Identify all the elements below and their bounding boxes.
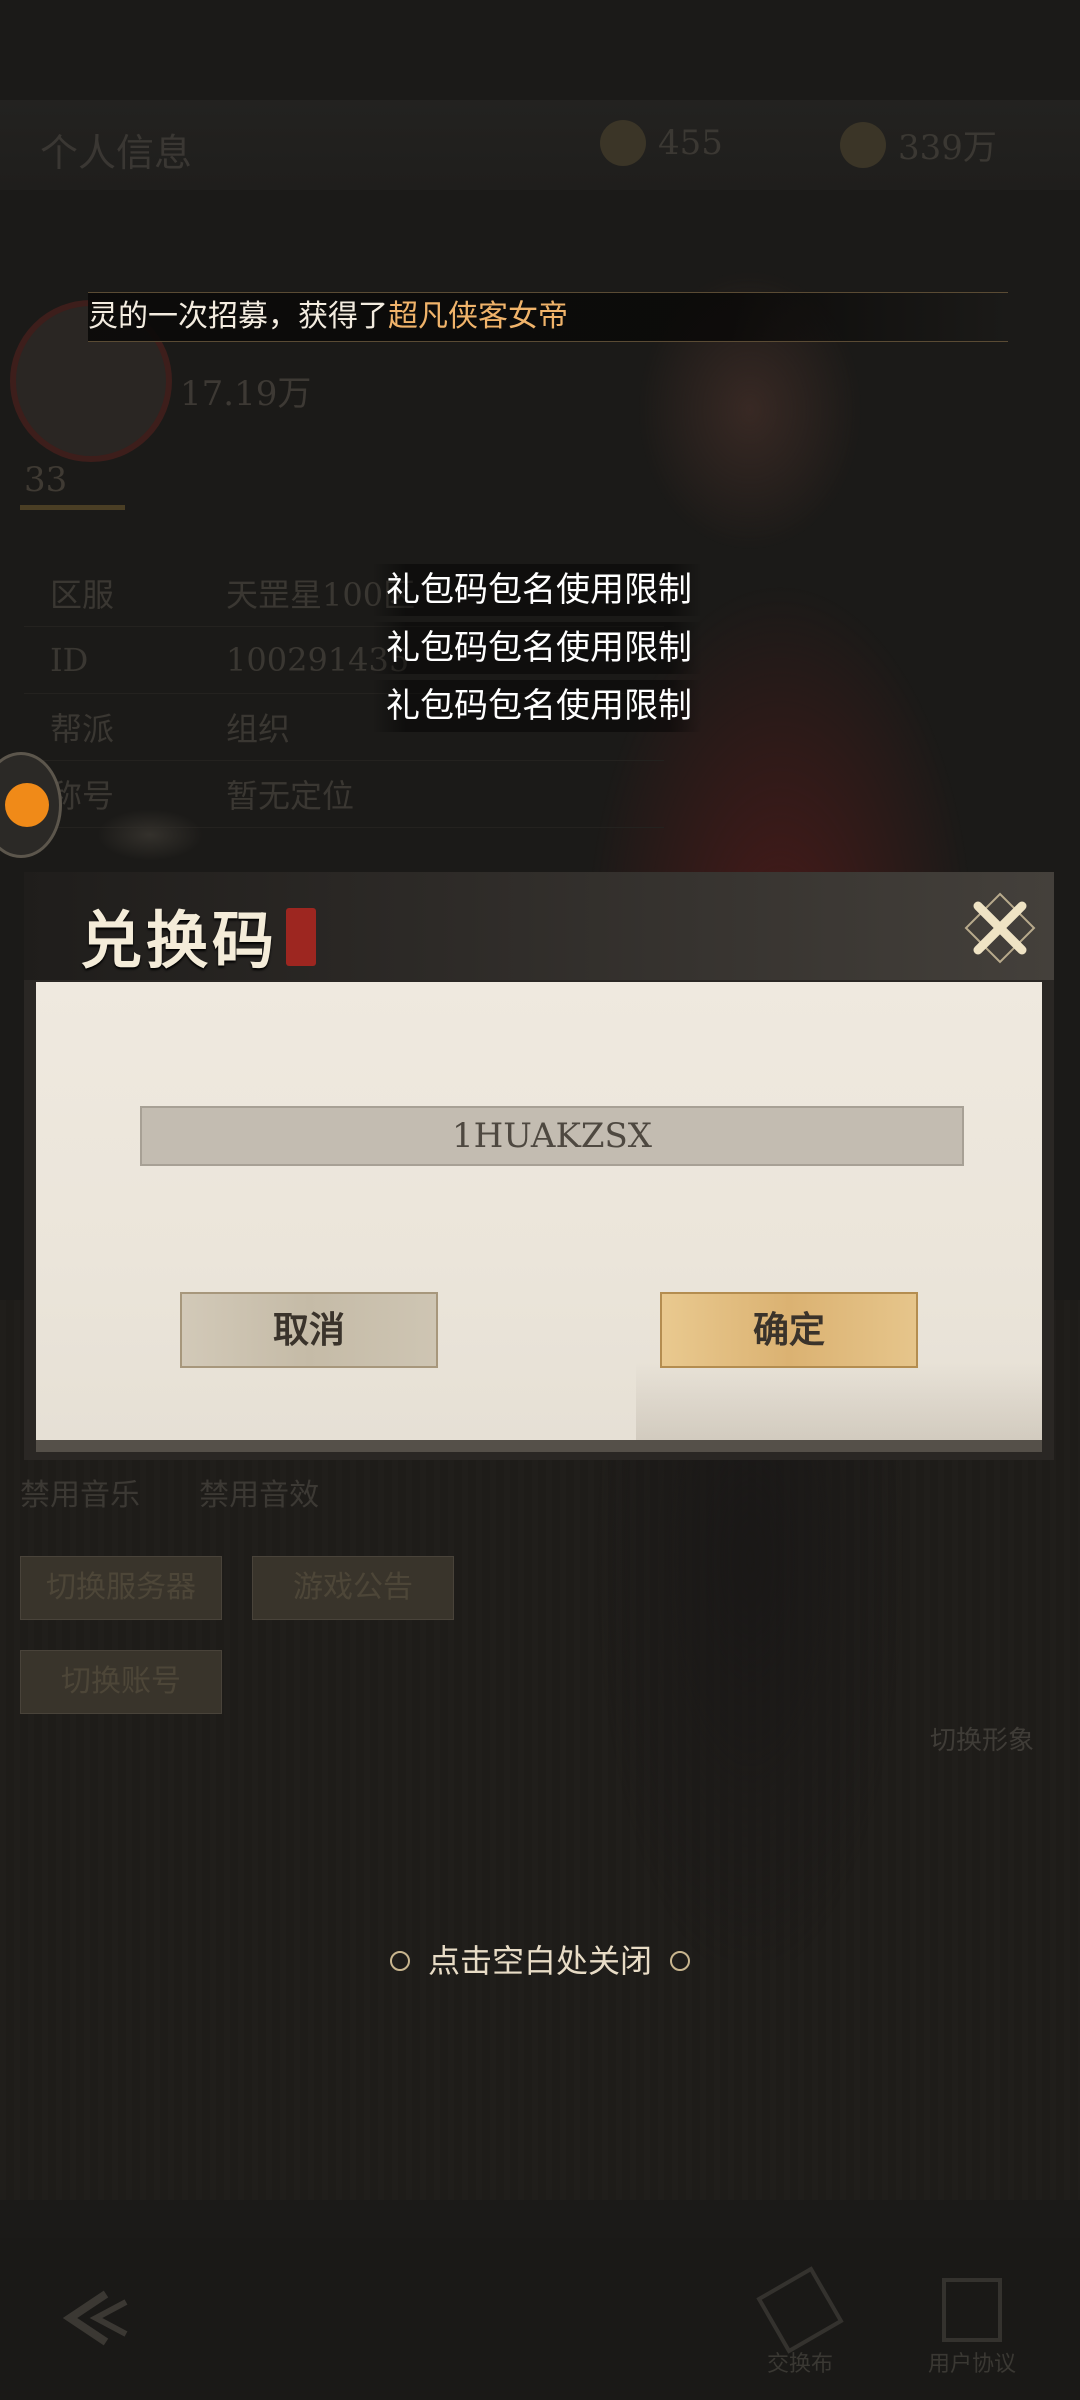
currency-ingot: 455 (600, 120, 723, 166)
cancel-button[interactable]: 取消 (180, 1292, 438, 1368)
bottom-nav-item: 交换布 (740, 2266, 860, 2378)
hint-ornament-icon (670, 1950, 690, 1971)
hint-ornament-icon (389, 1950, 410, 1971)
bottom-nav-label: 交换布 (766, 2352, 833, 2377)
settings-row: 禁用音乐 禁用音效 (20, 1470, 319, 1514)
confirm-button[interactable]: 确定 (660, 1292, 918, 1368)
broadcast-text: 灵的一次招募，获得了 (88, 299, 388, 334)
close-hint-text: 点击空白处关闭 (427, 1942, 652, 1980)
sfx-toggle-label: 禁用音效 (199, 1478, 320, 1513)
ingot-icon (600, 120, 646, 166)
copper-count: 339万 (898, 128, 997, 168)
combat-power: 17.19万 (180, 374, 312, 414)
dialog-header: 兑换码 (24, 872, 1054, 980)
level-tab-underline (20, 505, 125, 510)
switch-appearance-button: 切换形象 (930, 1726, 1035, 1756)
bottom-nav-bar: 交换布 用户协议 (0, 2238, 1080, 2400)
redeem-code-input[interactable]: 1HUAKZSX (140, 1106, 964, 1166)
toast-message: 礼包码包名使用限制 (372, 564, 702, 616)
info-value: 暂无定位 (226, 777, 355, 815)
dialog-title: 兑换码 (80, 904, 279, 977)
info-value: 组织 (226, 710, 291, 748)
info-key: ID (50, 641, 89, 679)
copper-coin-icon (840, 121, 886, 168)
close-icon (964, 892, 1036, 964)
assistant-icon (5, 783, 49, 827)
bottom-nav-label: 用户协议 (927, 2352, 1016, 2377)
toast-message: 礼包码包名使用限制 (372, 622, 702, 674)
profile-header: 个人信息 455 339万 (0, 100, 1080, 190)
music-toggle-label: 禁用音乐 (20, 1478, 140, 1513)
announcement-button: 游戏公告 (252, 1556, 454, 1620)
currency-copper: 339万 (840, 120, 997, 169)
switch-server-button: 切换服务器 (20, 1556, 222, 1620)
tap-blank-to-close[interactable]: 点击空白处关闭 (0, 1936, 1080, 1982)
ingot-count: 455 (658, 123, 723, 163)
info-key: 区服 (50, 576, 115, 614)
dialog-bottom-border (36, 1440, 1042, 1452)
redeem-code-dialog: 兑换码 1HUAKZSX 取消 确定 (24, 872, 1054, 1460)
ink-dragon-decoration (60, 785, 240, 875)
toast-messages: 礼包码包名使用限制 礼包码包名使用限制 礼包码包名使用限制 (372, 564, 702, 738)
dialog-body: 1HUAKZSX 取消 确定 (36, 982, 1042, 1440)
broadcast-highlight: 超凡侠客女帝 (388, 299, 568, 334)
red-seal-stamp (286, 908, 316, 966)
header-title: 个人信息 (40, 131, 193, 175)
landscape-decoration (636, 1362, 1042, 1440)
back-arrow-icon (62, 2290, 128, 2346)
player-level: 33 (24, 460, 68, 500)
toast-message: 礼包码包名使用限制 (372, 680, 702, 732)
bottom-nav-item: 用户协议 (912, 2278, 1032, 2378)
info-key: 帮派 (50, 710, 115, 748)
switch-account-button: 切换账号 (20, 1650, 222, 1714)
recruit-broadcast: 灵的一次招募，获得了超凡侠客女帝 (88, 292, 1008, 342)
close-button[interactable] (964, 892, 1036, 964)
